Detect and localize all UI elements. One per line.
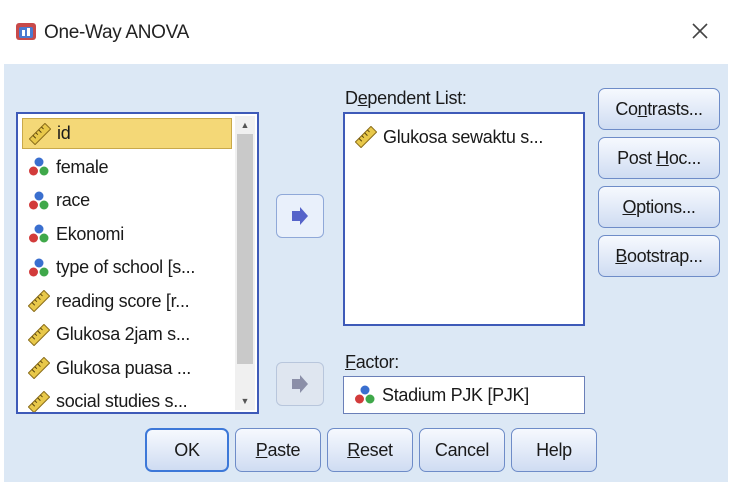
cancel-button[interactable]: Cancel xyxy=(419,428,505,472)
variable-list-item[interactable]: reading score [r... xyxy=(22,286,232,317)
variable-label: Glukosa puasa ... xyxy=(56,357,191,378)
title-bar: One-Way ANOVA xyxy=(0,0,729,62)
variable-list-item[interactable]: Glukosa puasa ... xyxy=(22,353,232,384)
variable-label: id xyxy=(57,123,71,143)
variable-label: Ekonomi xyxy=(56,223,124,244)
variable-list-scrollbar[interactable]: ▲ ▼ xyxy=(235,116,255,410)
right-arrow-icon xyxy=(292,207,308,225)
window-title: One-Way ANOVA xyxy=(44,22,189,43)
variable-list-item[interactable]: Glukosa 2jam s... xyxy=(22,319,232,350)
variable-list-item[interactable]: type of school [s... xyxy=(22,252,232,283)
post-hoc-button[interactable]: Post Hoc... xyxy=(598,137,720,179)
right-arrow-icon xyxy=(292,375,308,393)
ruler-icon xyxy=(28,323,50,346)
dependent-list-box[interactable]: Glukosa sewaktu s... xyxy=(343,112,585,326)
variable-list-item[interactable]: Ekonomi xyxy=(22,219,232,250)
source-variable-list[interactable]: social studies s... Glukosa puasa ... Gluk… xyxy=(16,112,259,414)
variable-label: type of school [s... xyxy=(56,257,196,277)
nominal-icon xyxy=(29,191,49,209)
ruler-icon xyxy=(28,290,50,312)
bootstrap-button[interactable]: Bootstrap... xyxy=(598,235,720,277)
variable-list-item[interactable]: social studies s... xyxy=(22,386,232,412)
variable-label: female xyxy=(56,156,109,177)
variable-list-item[interactable]: race xyxy=(22,185,232,216)
dependent-list-item[interactable]: Glukosa sewaktu s... xyxy=(355,122,543,152)
factor-field[interactable]: Stadium PJK [PJK] xyxy=(343,376,585,414)
ruler-icon xyxy=(29,122,51,145)
help-button[interactable]: Help xyxy=(511,428,597,472)
nominal-icon xyxy=(29,224,49,243)
paste-button[interactable]: Paste xyxy=(235,428,321,472)
close-icon[interactable] xyxy=(687,18,713,44)
factor-label: Factor: xyxy=(345,352,399,372)
contrasts-button[interactable]: Co n trasts... xyxy=(598,88,720,130)
scroll-down-arrow[interactable]: ▼ xyxy=(237,394,253,408)
ruler-icon xyxy=(355,126,377,148)
ruler-icon xyxy=(28,390,50,412)
variable-label: Glukosa 2jam s... xyxy=(56,324,190,344)
variable-label: reading score [r... xyxy=(56,290,190,311)
variable-label: social studies s... xyxy=(56,391,188,411)
nominal-icon xyxy=(355,385,375,404)
ok-button[interactable]: OK xyxy=(145,428,229,472)
options-button[interactable]: Options... xyxy=(598,186,720,228)
nominal-icon xyxy=(29,258,49,276)
variable-label: race xyxy=(56,190,90,210)
spss-app-icon xyxy=(16,23,36,40)
variable-list-item[interactable]: id xyxy=(22,118,232,149)
nominal-icon xyxy=(29,157,49,176)
ruler-icon xyxy=(28,357,50,379)
dependent-list-label: Dependent List: xyxy=(345,88,467,108)
move-to-dependent-button[interactable] xyxy=(276,194,324,238)
factor-value: Stadium PJK [PJK] xyxy=(354,380,529,410)
variable-list-item[interactable]: female xyxy=(22,152,232,183)
scroll-up-arrow[interactable]: ▲ xyxy=(237,118,253,132)
scroll-thumb[interactable] xyxy=(237,134,253,364)
reset-button[interactable]: Reset xyxy=(327,428,413,472)
move-to-factor-button[interactable] xyxy=(276,362,324,406)
